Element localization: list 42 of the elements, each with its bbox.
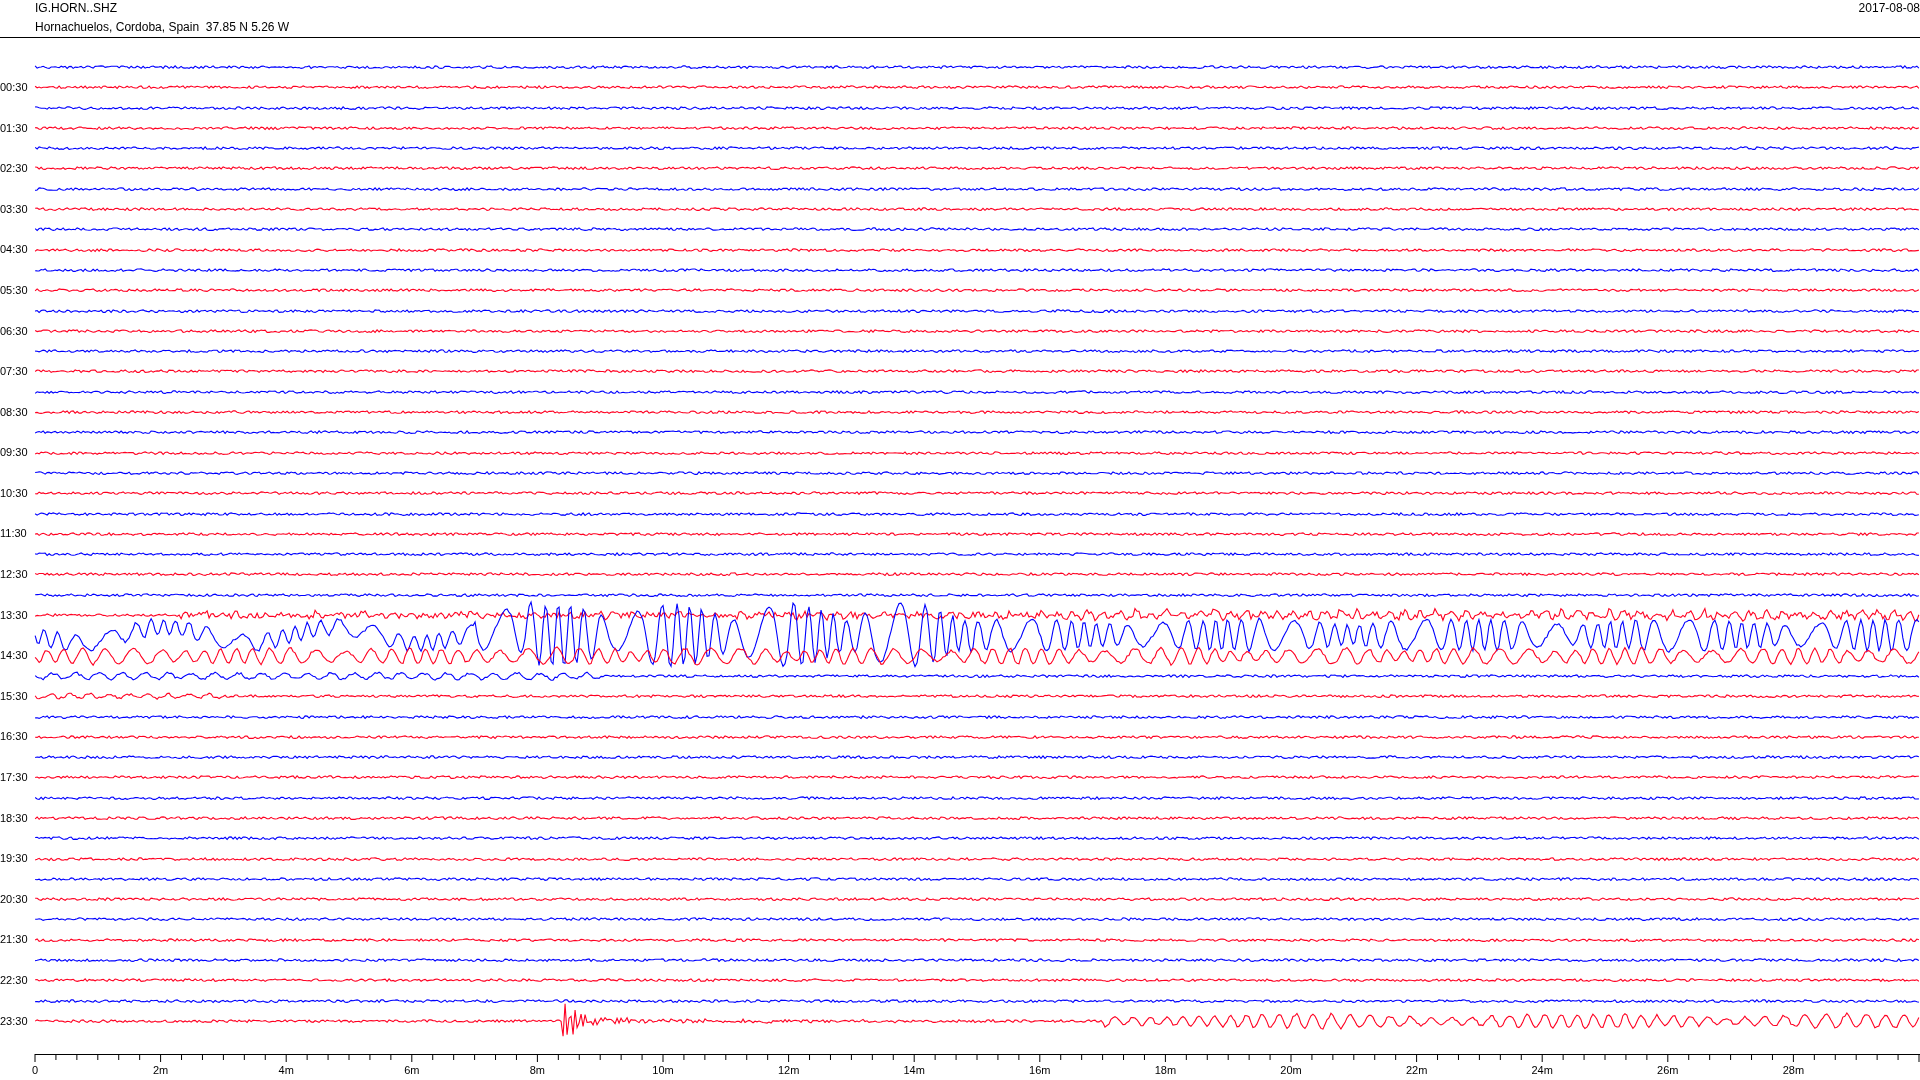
time-label: 00:30 bbox=[0, 80, 28, 93]
time-label: 07:30 bbox=[0, 365, 28, 378]
axis-tick-label: 18m bbox=[1154, 1065, 1177, 1077]
time-label: 06:30 bbox=[0, 324, 28, 337]
time-label: 22:30 bbox=[0, 974, 28, 986]
axis-tick-label: 4m bbox=[278, 1065, 294, 1077]
time-label: 01:30 bbox=[0, 121, 28, 134]
date-label: 2017-08-08 bbox=[1858, 0, 1920, 17]
time-label: 14:30 bbox=[0, 649, 28, 662]
time-label: 21:30 bbox=[0, 933, 28, 946]
time-label: 20:30 bbox=[0, 892, 28, 905]
time-label: 03:30 bbox=[0, 202, 28, 215]
time-label: 08:30 bbox=[0, 405, 28, 418]
time-label: 04:30 bbox=[0, 243, 28, 256]
axis-tick-label: 14m bbox=[903, 1065, 925, 1077]
axis-tick-label: 24m bbox=[1531, 1065, 1553, 1077]
axis-tick-label: 2m bbox=[152, 1065, 169, 1077]
time-label: 10:30 bbox=[0, 486, 28, 499]
axis-tick-label: 6m bbox=[404, 1065, 420, 1077]
axis-tick-label: 10m bbox=[652, 1065, 674, 1077]
station-location: Hornachuelos, Cordoba, Spain 37.85 N 5.26 W bbox=[35, 20, 290, 34]
time-label: 11:30 bbox=[0, 527, 27, 540]
time-label: 18:30 bbox=[0, 811, 28, 824]
axis-tick-label: 26m bbox=[1657, 1065, 1679, 1077]
time-label: 05:30 bbox=[0, 283, 28, 296]
axis-tick-label: 28m bbox=[1782, 1065, 1805, 1077]
time-label: 09:30 bbox=[0, 446, 28, 459]
axis-tick-label: 22m bbox=[1405, 1065, 1428, 1077]
time-label: 16:30 bbox=[0, 730, 28, 743]
time-label: 17:30 bbox=[0, 771, 28, 784]
axis-tick-label: 12m bbox=[777, 1065, 800, 1077]
time-label: 19:30 bbox=[0, 852, 28, 865]
time-label: 13:30 bbox=[0, 608, 28, 621]
axis-tick-label: 8m bbox=[529, 1065, 546, 1077]
time-label: 23:30 bbox=[0, 1014, 28, 1027]
axis-tick-label: 0 bbox=[31, 1065, 39, 1077]
time-label: 02:30 bbox=[0, 162, 28, 175]
time-label: 15:30 bbox=[0, 689, 28, 702]
axis-tick-label: 20m bbox=[1280, 1065, 1302, 1077]
axis-tick-label: 16m bbox=[1029, 1065, 1051, 1077]
time-label: 12:30 bbox=[0, 568, 28, 581]
station-code: IG.HORN..SHZ bbox=[35, 1, 118, 15]
